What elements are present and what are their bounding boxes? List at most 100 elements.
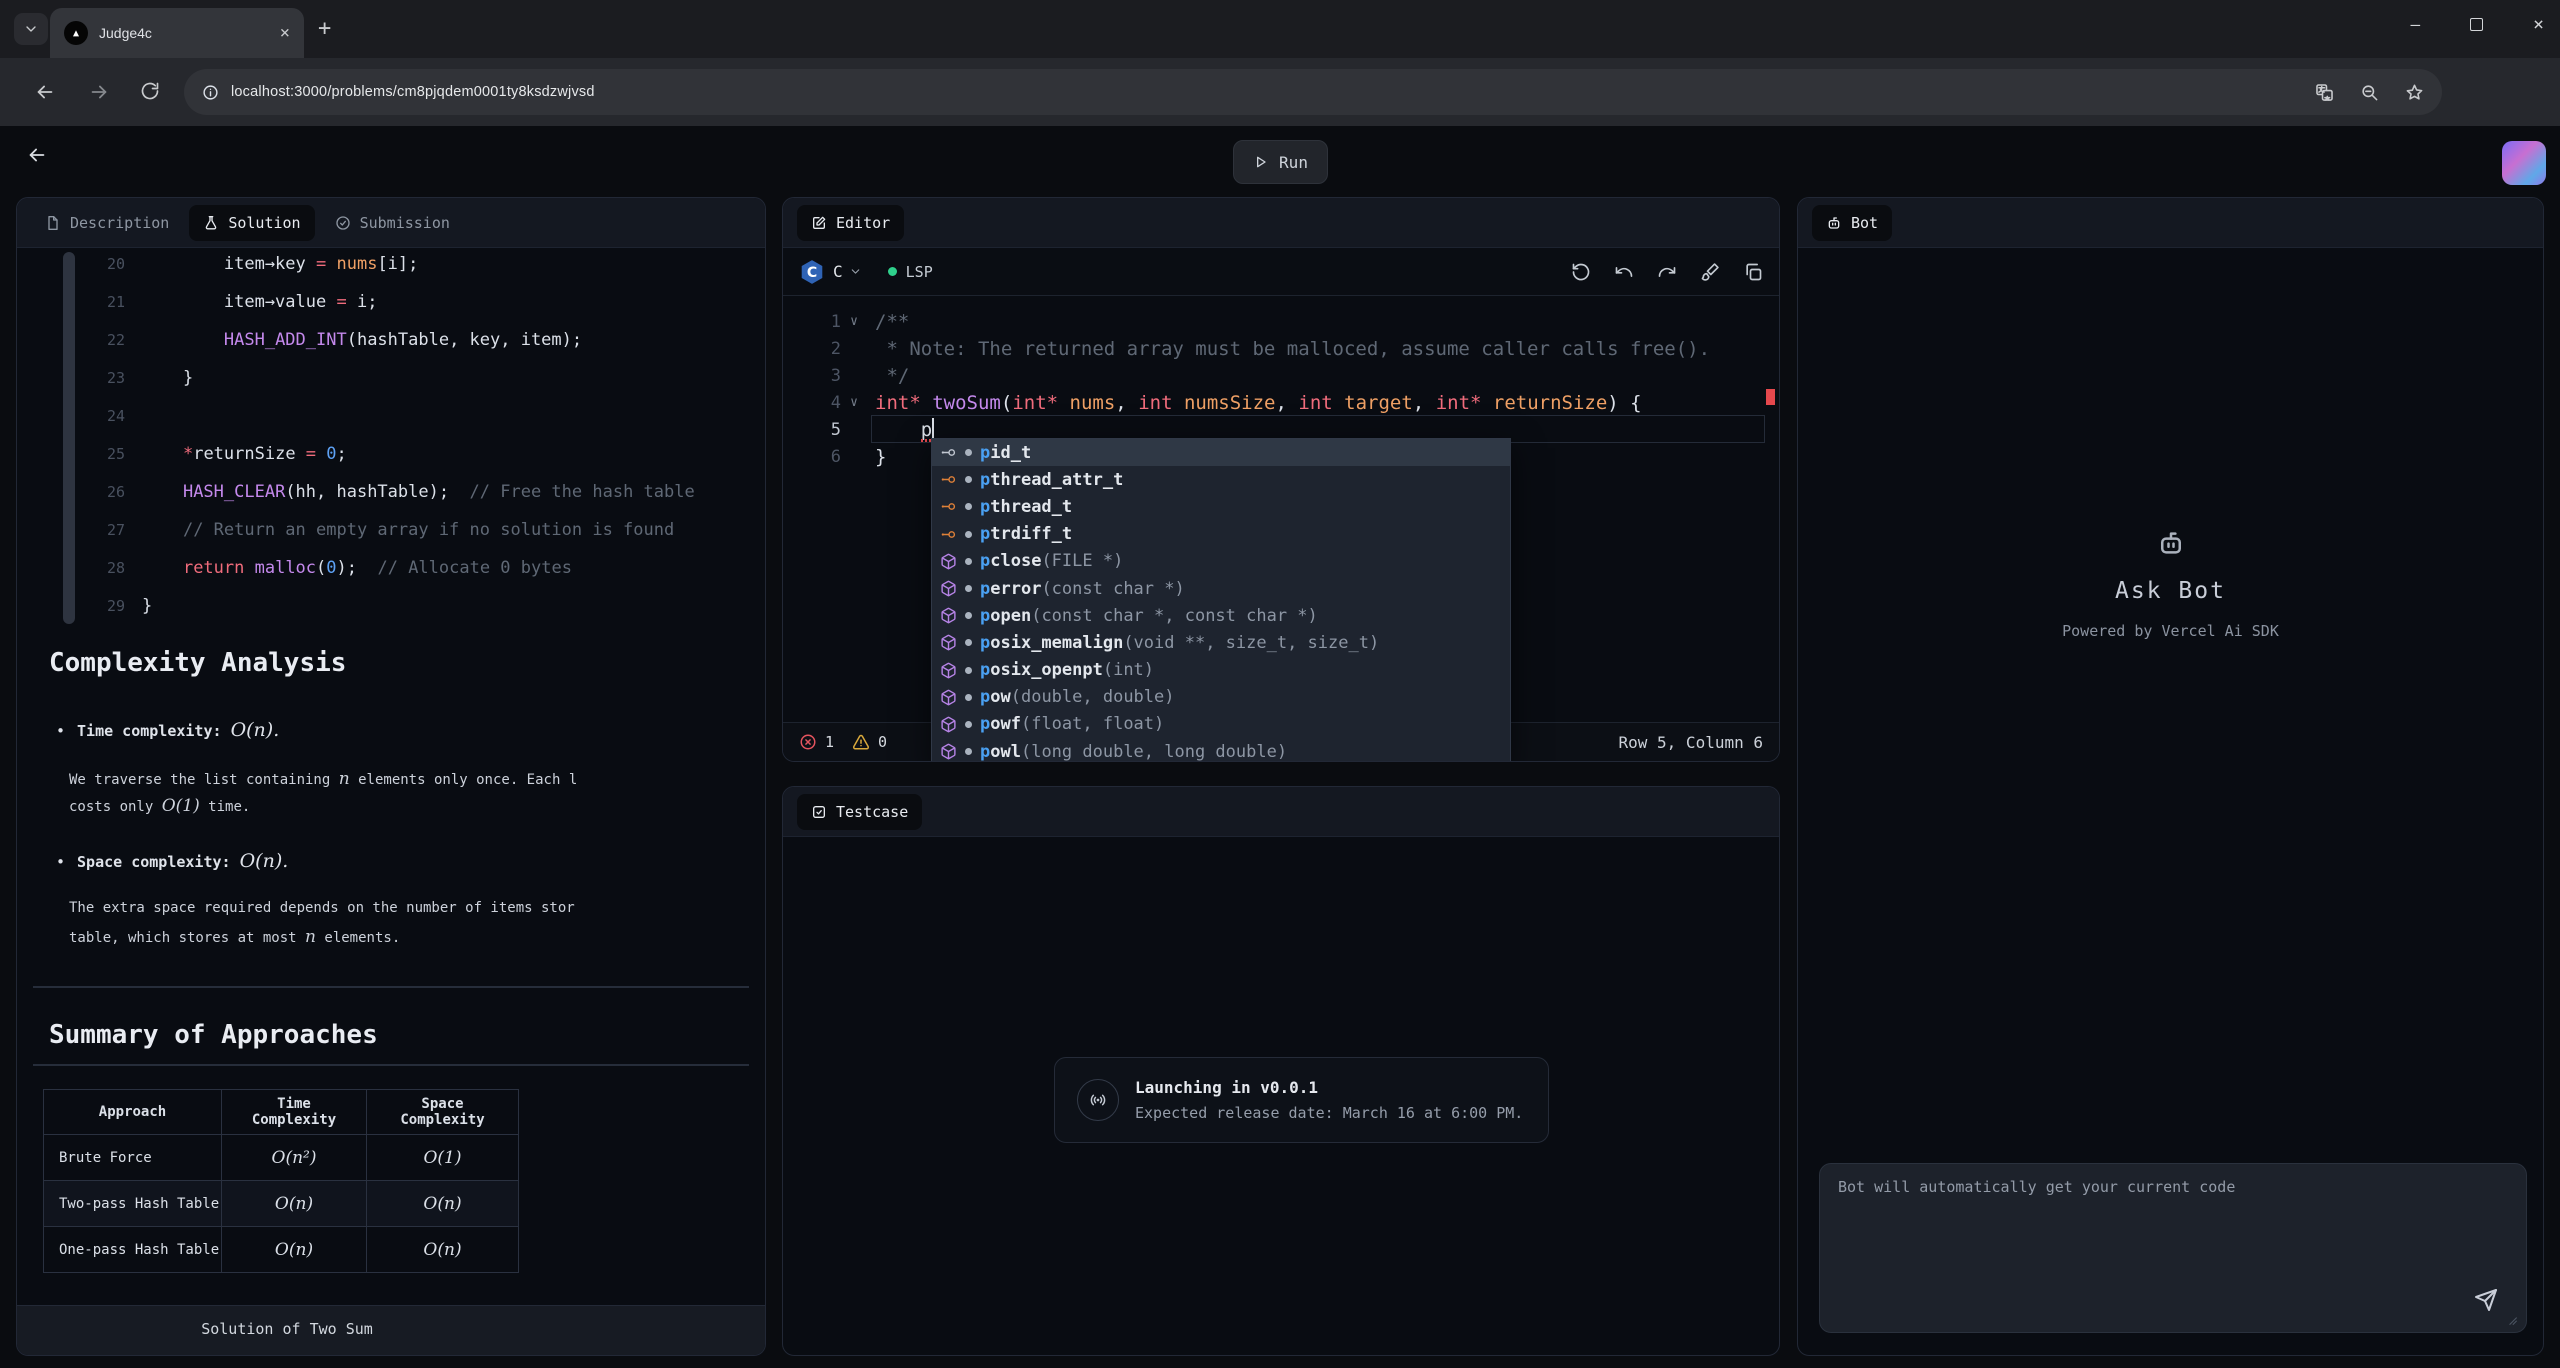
minimize-button[interactable]: — [2411,15,2421,34]
suggest-item-popen[interactable]: popen(const char *, const char *) [932,602,1510,629]
method-symbol-icon [940,634,957,651]
code-line: 23 } [17,359,763,397]
suggest-item-pthread_attr_t[interactable]: pthread_attr_t [932,466,1510,493]
summary-heading: Summary of Approaches [49,1020,378,1050]
approaches-table: ApproachTime ComplexitySpace Complexity … [43,1089,519,1273]
browser-back-button[interactable] [34,81,56,103]
bot-empty-title: Ask Bot [1798,578,2543,604]
close-window-button[interactable]: × [2533,14,2544,35]
suggest-item-posix_openpt[interactable]: posix_openpt(int) [932,657,1510,684]
scrollbar-thumb[interactable] [63,252,75,624]
suggest-label: pthread_attr_t [980,470,1123,490]
editor-tab-label: Editor [836,214,890,232]
suggest-bullet [965,612,972,619]
suggest-bullet [965,531,972,538]
editor-code-line: 3 */ [783,362,1779,389]
c-language-icon: C [799,259,825,285]
cursor-position: Row 5, Column 6 [1619,733,1764,752]
reset-code-button[interactable] [1571,262,1591,282]
suggest-item-perror[interactable]: perror(const char *) [932,575,1510,602]
tab-label: Description [70,214,169,232]
suggest-bullet [965,694,972,701]
suggest-item-pow[interactable]: pow(double, double) [932,684,1510,711]
site-info-icon[interactable] [202,84,219,101]
warning-count: 0 [878,733,887,751]
address-bar[interactable]: localhost:3000/problems/cm8pjqdem0001ty8… [184,69,2442,115]
interface-symbol-icon [940,498,957,515]
warnings-icon [852,733,870,751]
sidebar-tab-description[interactable]: Description [31,205,183,241]
editor-code-line: 2 * Note: The returned array must be mal… [783,335,1779,362]
copy-code-button[interactable] [1743,262,1763,282]
suggest-bullet [965,476,972,483]
method-symbol-icon [940,743,957,760]
language-label: C [833,262,843,281]
bot-icon [2156,528,2186,558]
complexity-text-line: The extra space required depends on the … [69,900,751,916]
suggest-label: pthread_t [980,497,1072,517]
complexity-item: •Space complexity: O(n). [56,850,751,872]
redo-button[interactable] [1657,262,1677,282]
run-button[interactable]: Run [1233,140,1328,184]
bot-empty-state: Ask Bot Powered by Vercel Ai SDK [1798,528,2543,640]
bot-panel: Bot Ask Bot Powered by Vercel Ai SDK [1797,197,2544,1356]
footer-label: Solution of Two Sum [17,1320,557,1338]
format-code-button[interactable] [1700,262,1720,282]
tab-testcase[interactable]: Testcase [797,794,922,830]
bot-message-input[interactable] [1838,1178,2508,1318]
code-line: 24 [17,397,763,435]
complexity-item: •Time complexity: O(n). [56,719,751,741]
suggest-item-pclose[interactable]: pclose(FILE *) [932,548,1510,575]
editor-code-line: 1∨/** [783,308,1779,335]
radio-icon [1077,1079,1119,1121]
app-header: Run [0,126,2560,197]
lsp-label: LSP [906,263,933,281]
app-back-button[interactable] [26,144,48,166]
translate-icon[interactable] [2315,83,2334,102]
suggest-bullet [965,449,972,456]
maximize-button[interactable] [2470,18,2483,31]
tab-editor[interactable]: Editor [797,205,904,241]
bot-panel-header: Bot [1798,198,2543,248]
user-avatar[interactable] [2502,141,2546,185]
url-text: localhost:3000/problems/cm8pjqdem0001ty8… [231,84,595,100]
resize-grip-icon[interactable] [2505,1313,2518,1326]
complexity-heading: Complexity Analysis [49,648,346,678]
editor-panel: Editor C C LSP 1∨/**2 * Note: The return… [782,197,1780,762]
new-tab-button[interactable]: + [318,16,331,41]
tab-bot[interactable]: Bot [1812,205,1892,241]
browser-reload-button[interactable] [140,81,160,101]
suggest-label: posix_memalign(void **, size_t, size_t) [980,633,1379,653]
editor-code-line: 4∨int* twoSum(int* nums, int numsSize, i… [783,389,1779,416]
divider [33,1064,749,1066]
favicon: ▲ [64,21,88,45]
suggest-item-pthread_t[interactable]: pthread_t [932,493,1510,520]
method-symbol-icon [940,716,957,733]
method-symbol-icon [940,689,957,706]
tab-close-icon[interactable]: × [280,25,290,42]
undo-button[interactable] [1614,262,1634,282]
zoom-out-icon[interactable] [2360,83,2379,102]
autocomplete-popup: pid_t pthread_attr_t pthread_t ptrdiff_tpcl… [931,438,1511,762]
bookmark-star-icon[interactable] [2405,83,2424,102]
browser-tab[interactable]: ▲ Judge4c × [50,8,304,58]
suggest-item-ptrdiff_t[interactable]: ptrdiff_t [932,521,1510,548]
code-line: 27 // Return an empty array if no soluti… [17,511,763,549]
suggest-label: pow(double, double) [980,687,1175,707]
circle-check-icon [335,215,351,231]
sidebar-tab-solution[interactable]: Solution [189,205,314,241]
language-select-chevron-icon[interactable] [849,265,862,278]
suggest-item-posix_memalign[interactable]: posix_memalign(void **, size_t, size_t) [932,629,1510,656]
suggest-item-powl[interactable]: powl(long double, long double) [932,738,1510,762]
table-row: Two-pass Hash TableO(n)O(n) [44,1181,519,1227]
tab-search-button[interactable] [14,13,48,45]
suggest-item-pid_t[interactable]: pid_t [932,439,1510,466]
complexity-text-line: table, which stores at most n elements. [69,927,751,947]
sidebar-tab-submission[interactable]: Submission [321,205,464,241]
code-line: 22 HASH_ADD_INT(hashTable, key, item); [17,321,763,359]
send-icon[interactable] [2474,1288,2498,1312]
problem-panel: DescriptionSolutionSubmission 20 item→ke… [16,197,766,1356]
suggest-item-powf[interactable]: powf(float, float) [932,711,1510,738]
browser-forward-button[interactable] [88,81,110,103]
complexity-text-line: costs only O(1) time. [69,796,751,816]
